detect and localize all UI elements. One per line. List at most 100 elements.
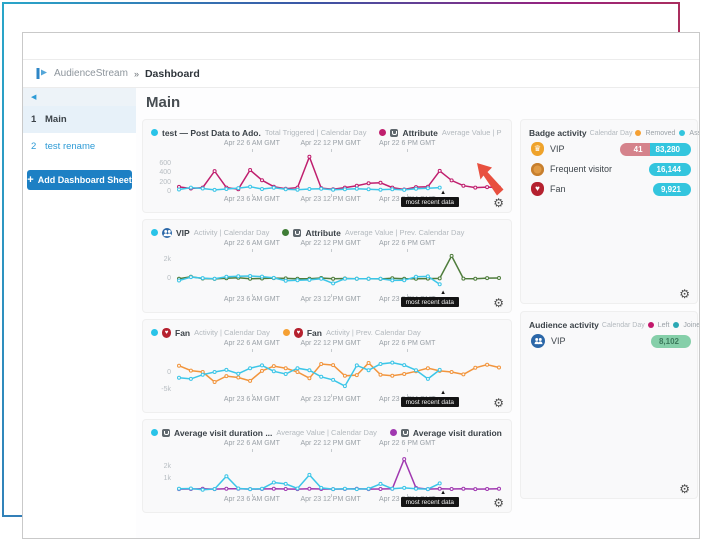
x-axis-label: Apr 23 12 PM GMT: [300, 496, 360, 503]
panel-title: Audience activity: [529, 320, 599, 330]
badge-values: 4183,280: [620, 143, 691, 156]
y-axis-label: 2k: [164, 256, 171, 263]
sidebar-collapse-bar[interactable]: ◀: [23, 88, 136, 106]
y-axis-label: 2k: [164, 463, 171, 470]
y-axis: 2k 0: [151, 251, 175, 295]
badge-label: VIP: [550, 144, 565, 154]
x-axis-bottom: Apr 23 6 AM GMTApr 23 12 PM GMTApr 23 6 …: [151, 495, 502, 508]
legend-title: Attribute: [305, 228, 340, 238]
x-axis-tick: [252, 249, 253, 252]
audience-row-vip: VIP 8,102: [521, 332, 697, 350]
most-recent-marker-icon: ▲: [440, 190, 446, 196]
x-axis-label: Apr 23 12 PM GMT: [300, 396, 360, 403]
x-axis-tick: [331, 149, 332, 152]
y-axis-label: 0: [167, 188, 171, 195]
audience-label: VIP: [551, 336, 566, 346]
breadcrumb-app[interactable]: AudienceStream: [54, 68, 128, 79]
legend-title: Average visit duration ...: [413, 428, 502, 438]
legend-dot: [679, 130, 685, 136]
joined-count-pill: 8,102: [651, 335, 691, 348]
x-axis-label: Apr 23 12 PM GMT: [300, 296, 360, 303]
assigned-count-pill: 83,280: [650, 143, 691, 156]
badge-activity-panel: Badge activityCalendar DayRemovedAssigne…: [520, 119, 698, 304]
most-recent-marker-icon: ▲: [440, 490, 446, 496]
panel-legend: RemovedAssigned: [635, 130, 700, 137]
legend-meta: Average Value | Prev. Calendar Day: [345, 228, 465, 237]
sheet-number: 2: [31, 141, 45, 152]
x-axis-top: Apr 22 6 AM GMT Apr 22 12 PM GMT Apr 22 6 …: [151, 239, 502, 251]
sidebar-sheets: 1Main2test rename: [23, 106, 136, 160]
x-axis-tick: [252, 349, 253, 352]
x-axis-tick: [331, 349, 332, 352]
x-axis-label: Apr 23 6 AM GMT: [224, 496, 280, 503]
gear-icon[interactable]: ⚙: [679, 483, 690, 495]
gear-icon[interactable]: ⚙: [493, 397, 504, 409]
x-axis-label: Apr 23 12 PM GMT: [300, 196, 360, 203]
x-axis-top: Apr 22 6 AM GMTApr 22 12 PM GMTApr 22 6 …: [151, 139, 502, 151]
x-axis-tick: [252, 449, 253, 452]
most-recent-marker-icon: ▲: [440, 290, 446, 296]
sheet-label: test rename: [45, 141, 95, 152]
add-dashboard-sheet-button[interactable]: + Add Dashboard Sheet: [27, 170, 132, 190]
sidebar: ◀ 1Main2test rename + Add Dashboard Shee…: [23, 88, 136, 539]
gear-icon[interactable]: ⚙: [493, 197, 504, 209]
window-titlebar: [23, 33, 699, 59]
badge-row-fan: ♥Fan9,921: [521, 180, 697, 198]
most-recent-tooltip: most recent data: [401, 297, 459, 307]
sidebar-item-main[interactable]: 1Main: [23, 106, 136, 133]
y-axis-label: 1k: [164, 475, 171, 482]
page-title: Main: [146, 94, 699, 111]
legend-dot: [151, 429, 158, 436]
legend-dot: [151, 129, 158, 136]
legend-title: Attribute: [402, 128, 437, 138]
y-axis-label: 0: [167, 275, 171, 282]
attribute-icon: [162, 429, 170, 437]
badge-label: Fan: [550, 184, 566, 194]
fan-badge-icon: ♥: [294, 328, 303, 338]
gear-icon[interactable]: ⚙: [493, 497, 504, 509]
legend-meta: Average Value | Calendar Day: [276, 428, 376, 437]
breadcrumb-separator-icon: »: [134, 69, 139, 79]
x-axis-bottom: Apr 23 6 AM GMTApr 23 12 PM GMTApr 23 6 …: [151, 195, 502, 208]
x-axis-label: Apr 22 6 AM GMT: [224, 140, 280, 147]
x-axis-tick: [331, 449, 332, 452]
legend-label: Joined: [683, 322, 700, 329]
badge-row-frequent-visitor: Frequent visitor16,144: [521, 160, 697, 178]
x-axis-bottom: Apr 23 6 AM GMTApr 23 12 PM GMTApr 23 6 …: [151, 295, 502, 308]
vip-badge-icon: ♛: [531, 142, 544, 156]
x-axis-tick: [407, 249, 408, 252]
chart-legend: ♥FanActivity | Calendar Day♥FanActivity …: [151, 326, 502, 339]
sidebar-item-test-rename[interactable]: 2test rename: [23, 133, 136, 160]
x-axis-label: Apr 22 6 PM GMT: [379, 440, 435, 447]
line-chart: [175, 151, 502, 195]
plus-icon: +: [27, 175, 33, 186]
assigned-count-pill: 9,921: [653, 183, 691, 196]
badge-label: Frequent visitor: [550, 164, 612, 174]
removed-count-pill: 41: [620, 143, 650, 156]
fan-badge-icon: ♥: [162, 328, 171, 338]
add-dashboard-sheet-label: Add Dashboard Sheet: [38, 175, 132, 185]
badge-values: 9,921: [653, 183, 691, 196]
line-chart: [175, 451, 502, 495]
x-axis-label: Apr 22 6 PM GMT: [379, 240, 435, 247]
chart-plot-row: 6004002000: [151, 151, 502, 195]
legend-dot: [151, 229, 158, 236]
y-axis-label: -5k: [161, 386, 171, 393]
x-axis-label: Apr 22 6 AM GMT: [224, 240, 280, 247]
panel-subtitle: Calendar Day: [590, 130, 633, 137]
collapse-icon[interactable]: ◀: [31, 93, 36, 101]
x-axis-tick: [407, 349, 408, 352]
x-axis-tick: [331, 249, 332, 252]
x-axis-bottom: Apr 23 6 AM GMTApr 23 12 PM GMTApr 23 6 …: [151, 395, 502, 408]
legend-title: Fan: [175, 328, 190, 338]
vip-audience-icon: [162, 228, 172, 238]
gear-icon[interactable]: ⚙: [679, 288, 690, 300]
x-axis-label: Apr 22 12 PM GMT: [300, 240, 360, 247]
x-axis-label: Apr 23 6 AM GMT: [224, 196, 280, 203]
chart-panel-2: VIPActivity | Calendar DayAttributeAvera…: [142, 219, 512, 313]
legend-label: Assigned: [689, 130, 700, 137]
line-chart: [175, 251, 502, 295]
gear-icon[interactable]: ⚙: [493, 297, 504, 309]
legend-dot: [648, 322, 654, 328]
x-axis-label: Apr 22 12 PM GMT: [300, 440, 360, 447]
